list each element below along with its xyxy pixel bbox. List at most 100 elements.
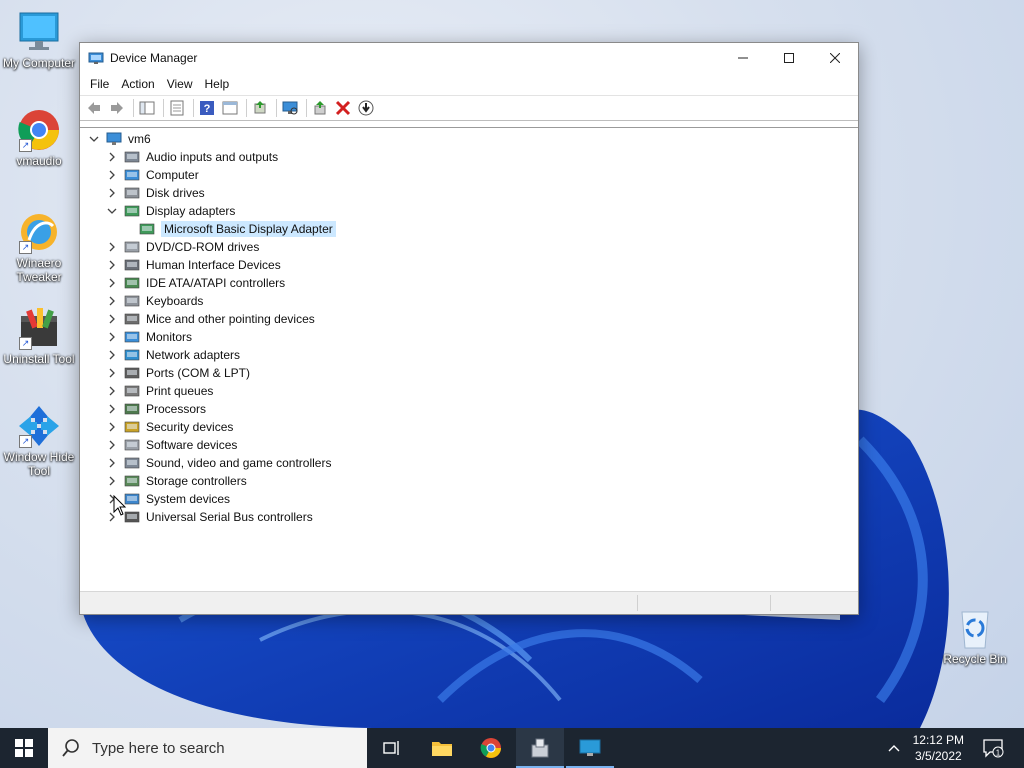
task-view-button[interactable] [368,728,416,768]
chevron-right-icon[interactable] [106,367,118,379]
chevron-right-icon[interactable] [106,475,118,487]
close-button[interactable] [812,43,858,73]
tree-category[interactable]: Processors [106,400,206,418]
notification-center-button[interactable]: 1 [970,728,1016,768]
tree-item-label: Human Interface Devices [146,258,281,272]
menu-view[interactable]: View [161,77,199,91]
device-tree: vm6 Audio inputs and outputs Computer Disk… [80,127,858,588]
chevron-right-icon[interactable] [106,457,118,469]
tree-category[interactable]: Audio inputs and outputs [106,148,278,166]
shortcut-arrow-icon: ↗ [19,241,32,254]
clock[interactable]: 12:12 PM 3/5/2022 [913,732,964,764]
tree-category[interactable]: Computer [106,166,199,184]
scan-hardware-button[interactable] [280,98,300,118]
tree-category[interactable]: Display adapters [106,202,235,220]
title-bar[interactable]: Device Manager [80,43,858,73]
ide-controller-icon [124,277,140,289]
desktop-icon-winaero-tweaker[interactable]: ↗ Winaero Tweaker [0,210,78,284]
tree-root-label: vm6 [128,132,151,146]
action-pane-button[interactable] [220,98,240,118]
help-button[interactable]: ? [197,98,217,118]
tree-item-label: Computer [146,168,199,182]
tree-category[interactable]: Universal Serial Bus controllers [106,508,313,526]
properties-button[interactable] [167,98,187,118]
tree-item-label: DVD/CD-ROM drives [146,240,260,254]
clock-time: 12:12 PM [912,733,964,747]
close-icon [830,53,840,63]
chevron-down-icon[interactable] [88,133,100,145]
menu-action[interactable]: Action [115,77,160,91]
tree-category[interactable]: Sound, video and game controllers [106,454,331,472]
show-hidden-icons-button[interactable] [872,728,916,768]
tree-category[interactable]: Mice and other pointing devices [106,310,315,328]
chevron-down-icon[interactable] [106,205,118,217]
chevron-right-icon[interactable] [106,241,118,253]
tree-item-label: Processors [146,402,207,416]
tree-item-label: System devices [146,492,231,506]
back-arrow-icon [88,102,100,114]
desktop-icon-uninstall-tool[interactable]: ↗ Uninstall Tool [0,306,78,366]
chevron-right-icon[interactable] [106,331,118,343]
tree-root[interactable]: vm6 [88,130,151,148]
toolbar-separator [193,99,194,117]
forward-arrow-icon [111,102,123,114]
taskbar-chrome[interactable] [467,728,515,768]
taskbar-device-manager-tool[interactable] [516,728,564,768]
forward-button[interactable] [107,98,127,118]
enable-device-button[interactable] [310,98,330,118]
tree-category[interactable]: Monitors [106,328,192,346]
chevron-up-icon [888,745,900,752]
computer-icon [17,10,61,54]
svg-text:?: ? [204,103,211,115]
tree-category[interactable]: Storage controllers [106,472,247,490]
start-button[interactable] [0,728,48,768]
chevron-right-icon[interactable] [106,295,118,307]
chevron-right-icon[interactable] [106,403,118,415]
back-button[interactable] [84,98,104,118]
menu-file[interactable]: File [84,77,115,91]
hid-icon [124,259,140,271]
tree-category[interactable]: Keyboards [106,292,203,310]
chevron-right-icon[interactable] [106,439,118,451]
chevron-right-icon[interactable] [106,151,118,163]
device-manager-window[interactable]: Device Manager File Action View Help ? v… [79,42,859,615]
chevron-right-icon[interactable] [106,349,118,361]
chevron-right-icon[interactable] [106,277,118,289]
desktop-icon-label: My Computer [2,56,76,70]
update-driver-button[interactable] [250,98,270,118]
desktop-icon-vmaudio[interactable]: ↗ vmaudio [0,108,78,168]
menu-help[interactable]: Help [199,77,236,91]
status-divider [770,595,771,611]
show-hide-console-tree-button[interactable] [137,98,157,118]
tree-category[interactable]: Ports (COM & LPT) [106,364,250,382]
maximize-button[interactable] [766,43,812,73]
desktop-icon-my-computer[interactable]: My Computer [0,10,78,70]
chevron-right-icon[interactable] [106,169,118,181]
desktop-icon-window-hide-tool[interactable]: ↗ Window Hide Tool [0,404,78,478]
disable-device-button[interactable] [356,98,376,118]
tree-category[interactable]: Software devices [106,436,237,454]
taskbar-device-manager[interactable] [566,728,614,768]
desktop-icon-recycle-bin[interactable]: Recycle Bin [936,606,1014,666]
tree-category[interactable]: Print queues [106,382,213,400]
recycle-bin-icon [953,606,997,650]
tree-category[interactable]: Network adapters [106,346,240,364]
chevron-right-icon[interactable] [106,421,118,433]
minimize-button[interactable] [720,43,766,73]
tree-category[interactable]: Security devices [106,418,233,436]
help-icon: ? [200,101,214,115]
tree-category[interactable]: DVD/CD-ROM drives [106,238,259,256]
taskbar-search-box[interactable]: Type here to search [48,728,367,768]
uninstall-device-button[interactable] [333,98,353,118]
tree-child-item[interactable]: Microsoft Basic Display Adapter [139,220,336,238]
computer-icon [124,169,140,181]
chevron-right-icon[interactable] [106,187,118,199]
taskbar-file-explorer[interactable] [418,728,466,768]
processor-icon [124,403,140,415]
tree-category[interactable]: IDE ATA/ATAPI controllers [106,274,285,292]
chevron-right-icon[interactable] [106,313,118,325]
tree-category[interactable]: Disk drives [106,184,205,202]
chevron-right-icon[interactable] [106,385,118,397]
tree-category[interactable]: Human Interface Devices [106,256,281,274]
chevron-right-icon[interactable] [106,259,118,271]
